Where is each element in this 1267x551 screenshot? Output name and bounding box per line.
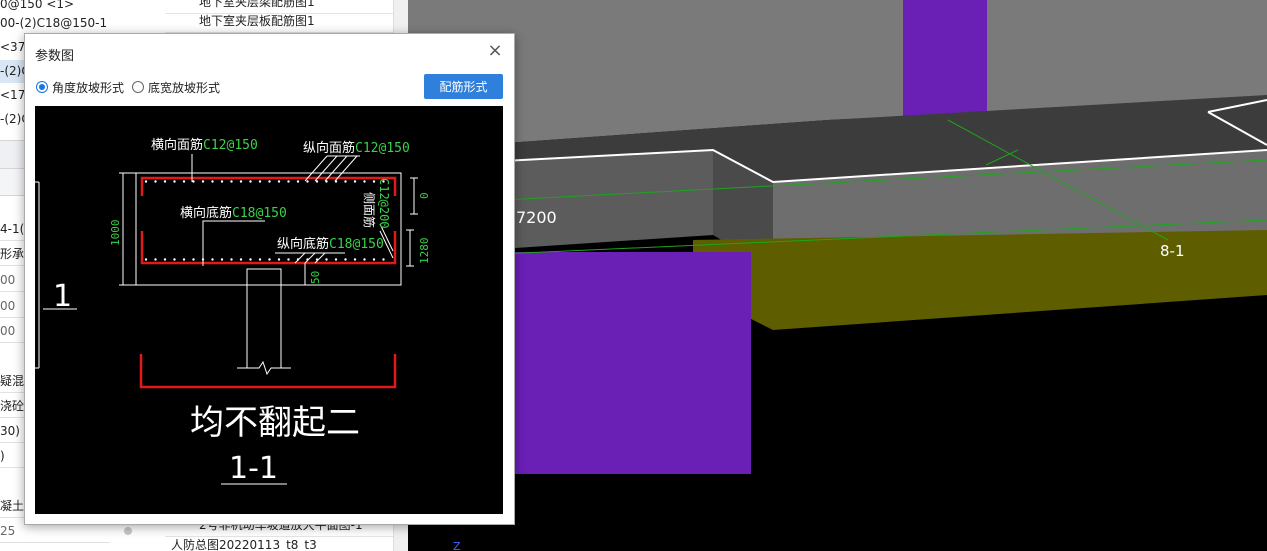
rebar-dot [353, 258, 357, 261]
parameter-dialog: 参数图 × 角度放坡形式 底宽放坡形式 配筋形式 1 1000 0 1280 5… [24, 33, 515, 525]
rebar-dot [230, 180, 233, 183]
rebar-dot [220, 180, 224, 183]
radio-angle-slope[interactable]: 角度放坡形式 [36, 79, 124, 95]
3d-viewport[interactable]: 7200 8-1 Z [408, 0, 1267, 551]
rebar-dot [154, 180, 157, 183]
rebar-dots [144, 258, 385, 261]
rebar-dot [192, 180, 195, 183]
lower-rebar [139, 354, 397, 389]
rebar-dot [353, 180, 357, 183]
rebar-dot [201, 180, 205, 183]
label-side-bar: 侧面筋 [362, 192, 377, 228]
rebar-dot [163, 180, 167, 183]
rebar-dot [239, 180, 243, 183]
rebar-dot [268, 180, 271, 183]
leader-line [294, 252, 306, 264]
close-icon[interactable]: × [486, 42, 504, 60]
purple-column [513, 252, 751, 474]
label-longitudinal-top: 纵向面筋C12@150 [303, 140, 410, 156]
rebar-dot [287, 180, 290, 183]
rebar-dot [182, 180, 186, 183]
rebar-dot [144, 258, 148, 261]
rebar-dot [372, 258, 376, 261]
rebar-dot [249, 180, 252, 183]
rebar-dot [173, 258, 176, 261]
radio-selected-icon [36, 81, 48, 93]
rebar-dot [277, 180, 281, 183]
rebar-dot [325, 258, 328, 261]
dim-top: 0 [418, 192, 431, 199]
dim-bottom: 50 [309, 271, 322, 284]
dialog-title: 参数图 [35, 49, 75, 64]
rebar-dot [296, 180, 300, 183]
rebar-dot [382, 258, 385, 261]
rebar-dot [211, 180, 214, 183]
rebar-dot [239, 258, 243, 261]
break-line [237, 360, 291, 376]
axis-z-label: Z [453, 540, 461, 551]
rebar-dot [192, 258, 195, 261]
leader-line [304, 252, 316, 264]
dim-side: 1280 [418, 238, 431, 265]
dim-height: 1000 [109, 220, 122, 247]
list-item[interactable]: 人防总图20220113_t8_t3 [165, 534, 393, 551]
rebar-dot [258, 258, 262, 261]
rebar-dot [163, 258, 167, 261]
rebar-dot [268, 258, 271, 261]
label-side-bar-spec: C12@200 [377, 178, 391, 229]
rebar-form-button[interactable]: 配筋形式 [424, 74, 503, 99]
rebar-dot [306, 180, 309, 183]
rebar-dot [220, 258, 224, 261]
span-label: 7200 [516, 208, 557, 227]
rebar-dot [363, 258, 366, 261]
note-text: 均不翻起二 [190, 403, 360, 443]
parameter-drawing: 1 1000 0 1280 50 横向面筋C12@150 纵向面筋C12@150… [35, 106, 503, 514]
rebar-dot [173, 180, 176, 183]
top-rebar [140, 176, 397, 196]
leader-line [314, 252, 326, 264]
rebar-dot [154, 258, 157, 261]
rebar-dot [182, 258, 186, 261]
rebar-dot [249, 258, 252, 261]
rebar-dot [363, 180, 366, 183]
axis-label: 8-1 [1160, 242, 1185, 260]
rebar-dots [144, 180, 385, 183]
list-item[interactable]: 00-(2)C18@150-1 [0, 12, 165, 35]
model-view: 7200 8-1 Z [408, 0, 1267, 551]
rebar-dot [277, 258, 281, 261]
rebar-dot [211, 258, 214, 261]
label-transverse-top: 横向面筋C12@150 [151, 137, 258, 153]
rebar-dot [230, 258, 233, 261]
list-item[interactable]: 地下室夹层板配筋图1 [165, 10, 393, 33]
label-transverse-bottom: 横向底筋C18@150 [180, 205, 287, 221]
section-drawing: 1 1000 0 1280 50 横向面筋C12@150 纵向面筋C12@150… [35, 137, 431, 486]
label-longitudinal-bottom: 纵向底筋C18@150 [277, 236, 384, 252]
rebar-dot [315, 180, 319, 183]
rebar-dot [344, 180, 347, 183]
rebar-dot [258, 180, 262, 183]
rebar-dot [144, 180, 148, 183]
rebar-dot [372, 180, 376, 183]
radio-icon[interactable] [124, 527, 132, 535]
radio-width-slope[interactable]: 底宽放坡形式 [132, 79, 220, 95]
rebar-dot [344, 258, 347, 261]
purple-column [903, 0, 987, 128]
rebar-dot [287, 258, 290, 261]
section-title: 1-1 [229, 451, 278, 486]
radio-icon [132, 81, 144, 93]
footing-outline [135, 172, 402, 286]
column-outline [246, 268, 282, 285]
rebar-dot [334, 258, 338, 261]
